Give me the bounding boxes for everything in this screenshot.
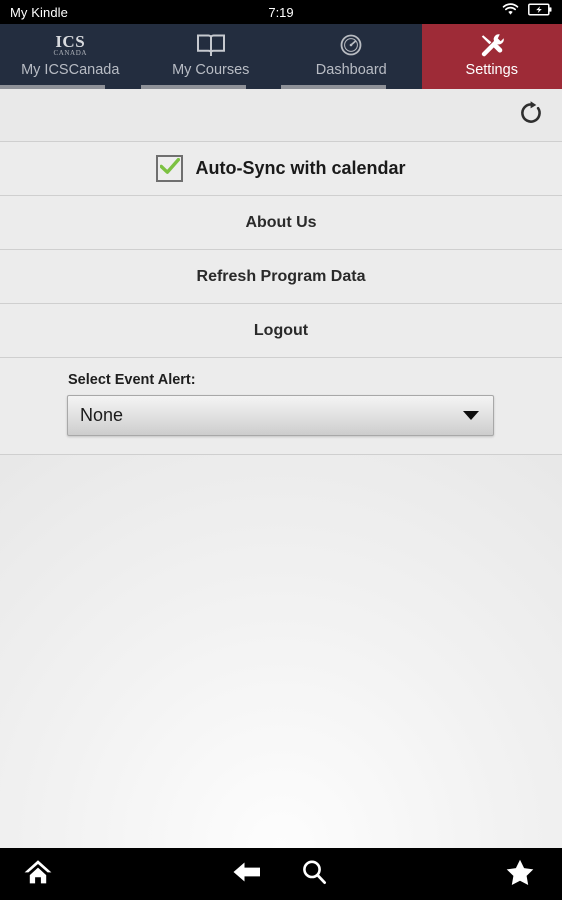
back-arrow-icon: [232, 859, 262, 890]
tab-dashboard[interactable]: Dashboard: [281, 24, 422, 89]
refresh-icon: [518, 100, 544, 131]
status-indicators: [502, 3, 552, 21]
status-device-label: My Kindle: [10, 4, 68, 20]
menu-item-refresh-program-data[interactable]: Refresh Program Data: [0, 250, 562, 303]
tab-my-icscanada[interactable]: ICS CANADA My ICSCanada: [0, 24, 141, 89]
tab-label-settings: Settings: [465, 62, 518, 78]
settings-content: Auto-Sync with calendar About Us Refresh…: [0, 89, 562, 848]
home-icon: [23, 858, 53, 891]
content-toolbar: [0, 89, 562, 141]
event-alert-value: None: [80, 405, 124, 425]
wifi-icon: [502, 3, 519, 21]
refresh-button[interactable]: [514, 98, 548, 132]
system-navigation-bar: [0, 848, 562, 900]
autosync-row[interactable]: Auto-Sync with calendar: [0, 142, 562, 195]
tools-icon: [479, 30, 505, 60]
autosync-checkbox[interactable]: [156, 155, 184, 182]
battery-charging-icon: [528, 3, 552, 21]
favorites-button[interactable]: [498, 848, 542, 900]
chevron-down-icon: [463, 411, 479, 420]
home-button[interactable]: [16, 848, 60, 900]
open-book-icon: [196, 30, 226, 60]
menu-item-about-us[interactable]: About Us: [0, 196, 562, 249]
back-button[interactable]: [225, 848, 269, 900]
ics-logo-secondary: CANADA: [53, 48, 88, 57]
menu-item-logout[interactable]: Logout: [0, 304, 562, 357]
event-alert-label: Select Event Alert:: [68, 372, 196, 388]
tab-label-my-icscanada: My ICSCanada: [21, 62, 120, 78]
tab-label-my-courses: My Courses: [172, 62, 250, 78]
app-screen: My Kindle 7:19 ICS CANADA My ICSCanada M…: [0, 0, 562, 900]
main-tab-bar: ICS CANADA My ICSCanada My Courses Dashb…: [0, 24, 562, 89]
status-bar: My Kindle 7:19: [0, 0, 562, 24]
search-button[interactable]: [292, 848, 336, 900]
gauge-icon: [339, 30, 363, 60]
status-clock: 7:19: [268, 4, 294, 20]
ics-logo-primary: ICS: [55, 31, 86, 51]
event-alert-section: Select Event Alert: None: [0, 358, 562, 454]
divider: [0, 454, 562, 455]
check-icon: [159, 157, 181, 180]
tab-my-courses[interactable]: My Courses: [140, 24, 281, 89]
autosync-label: Auto-Sync with calendar: [195, 158, 406, 178]
tab-label-dashboard: Dashboard: [315, 62, 387, 78]
ics-canada-logo-icon: ICS CANADA: [53, 30, 87, 60]
star-icon: [505, 858, 535, 891]
event-alert-dropdown[interactable]: None: [67, 395, 494, 436]
search-icon: [300, 858, 328, 891]
tab-settings[interactable]: Settings: [421, 24, 562, 89]
